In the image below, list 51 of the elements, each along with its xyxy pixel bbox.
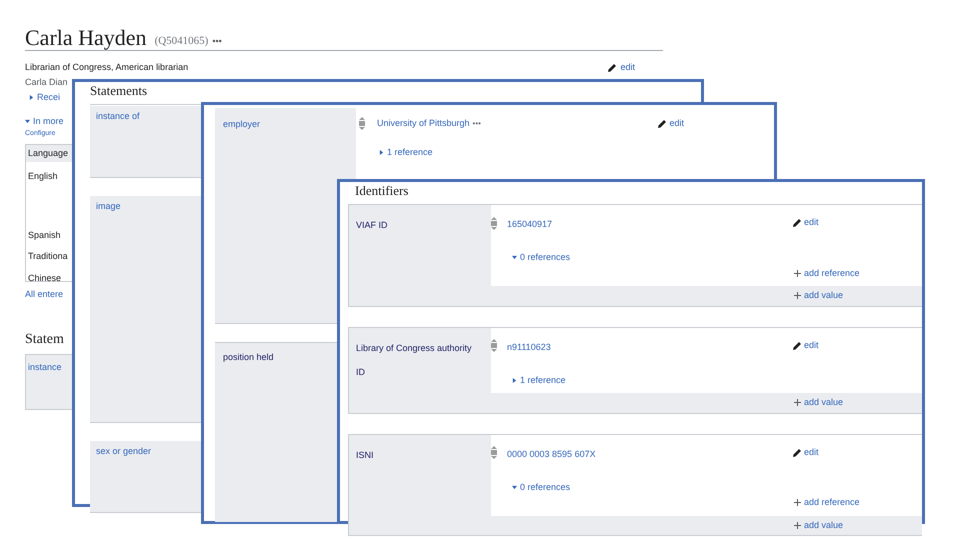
- more-menu[interactable]: •••: [212, 32, 222, 50]
- property-label: Library of Congress authority ID: [356, 342, 472, 376]
- rank-arrows-icon[interactable]: [491, 446, 497, 459]
- pencil-icon: [792, 340, 802, 350]
- rank-arrows-icon[interactable]: [491, 216, 497, 230]
- item-description: Librarian of Congress, American librarian: [25, 61, 188, 74]
- pencil-icon: [792, 448, 802, 458]
- references-toggle[interactable]: 0 references: [512, 251, 922, 264]
- identifier-value[interactable]: 165040917: [507, 219, 552, 229]
- identifier-value[interactable]: n91110623: [507, 342, 551, 352]
- add-reference-link[interactable]: add reference: [794, 266, 860, 280]
- plus-icon: [794, 270, 801, 277]
- language-name: English: [27, 170, 59, 183]
- language-name: Traditiona: [27, 250, 69, 263]
- references-toggle[interactable]: 0 references: [512, 480, 922, 494]
- edit-link[interactable]: edit: [792, 216, 819, 230]
- plus-icon: [794, 522, 801, 529]
- expand-toggle[interactable]: Recei: [29, 91, 60, 104]
- add-value-link[interactable]: add value: [794, 516, 844, 535]
- item-id: (Q5041065): [154, 34, 208, 49]
- language-name: Chinese: [27, 272, 62, 284]
- language-name: Spanish: [27, 228, 62, 242]
- property-label: ISNI: [356, 450, 374, 460]
- plus-icon: [794, 292, 801, 300]
- pencil-icon: [657, 118, 668, 129]
- edit-link[interactable]: edit: [792, 446, 819, 460]
- references-toggle[interactable]: 1 reference: [512, 374, 922, 387]
- section-heading: Identifiers: [354, 182, 410, 200]
- pencil-icon: [607, 63, 618, 73]
- identifier-value[interactable]: 0000 0003 8595 607X: [507, 448, 596, 458]
- add-value-link[interactable]: add value: [794, 393, 844, 412]
- property-cell: employer: [215, 108, 356, 324]
- item-alias: Carla Dian: [25, 76, 68, 88]
- value-link[interactable]: University of Pittsburgh: [377, 117, 470, 130]
- all-languages-link[interactable]: All entere: [25, 288, 64, 301]
- references-toggle[interactable]: 1 reference: [379, 146, 774, 159]
- plus-icon: [794, 499, 801, 506]
- edit-link[interactable]: edit: [657, 117, 684, 130]
- expand-toggle[interactable]: In more: [25, 114, 64, 128]
- section-heading: Statem: [25, 331, 64, 349]
- edit-link[interactable]: edit: [792, 338, 819, 352]
- more-menu[interactable]: •••: [472, 118, 481, 130]
- add-reference-link[interactable]: add reference: [794, 496, 860, 510]
- pencil-icon: [792, 218, 802, 228]
- rank-arrows-icon[interactable]: [359, 117, 365, 130]
- edit-link[interactable]: edit: [607, 61, 635, 75]
- plus-icon: [794, 399, 801, 406]
- rank-arrows-icon[interactable]: [491, 339, 497, 352]
- property-label: VIAF ID: [356, 220, 388, 230]
- add-value-link[interactable]: add value: [794, 286, 844, 306]
- item-title: Carla Hayden: [25, 26, 147, 50]
